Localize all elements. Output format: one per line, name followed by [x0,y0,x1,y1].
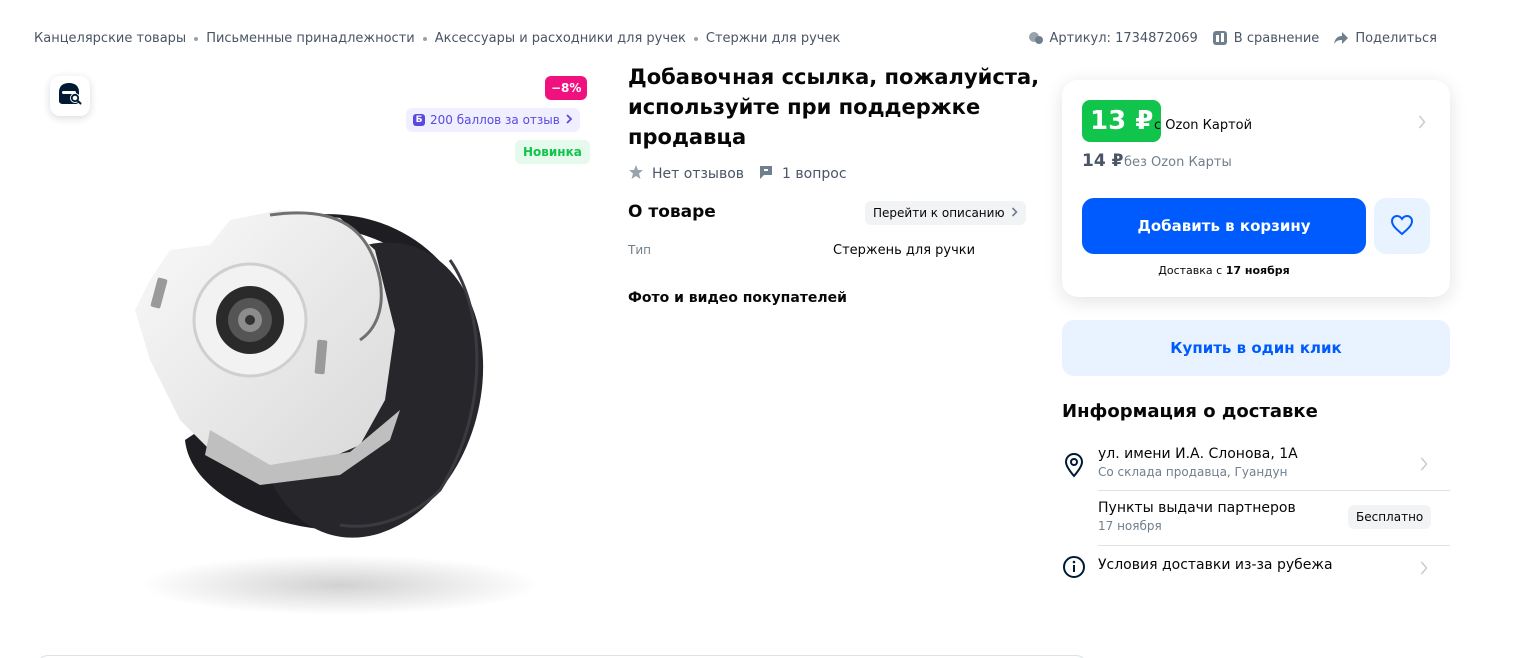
share-label: Поделиться [1355,30,1437,46]
ozon-card-price-label: с Ozon Картой [1154,118,1253,133]
breadcrumb-separator [422,36,427,41]
article-number-text: Артикул: 1734872069 [1049,30,1198,46]
delivery-prefix: Доставка с [1158,264,1223,277]
delivery-info-heading: Информация о доставке [1062,401,1318,422]
review-points-badge[interactable]: Б 200 баллов за отзыв [406,108,580,132]
questions-link[interactable]: 1 вопрос [758,164,847,184]
heart-icon [1390,214,1414,239]
overseas-delivery-conditions-row[interactable]: Условия доставки из-за рубежа [1062,555,1450,579]
product-top-actions: Артикул: 1734872069 В сравнение Поделить… [1028,30,1437,46]
breadcrumb-item[interactable]: Стержни для ручек [706,31,840,46]
breadcrumb-separator [693,36,698,41]
points-icon: Б [413,114,425,126]
spec-name-type: Тип [628,243,651,257]
free-delivery-badge: Бесплатно [1348,505,1432,529]
chevron-right-icon [1420,456,1428,475]
divider [1098,490,1450,491]
breadcrumb-item[interactable]: Канцелярские товары [34,31,186,46]
pickup-points-label: Пункты выдачи партнеров [1098,500,1296,516]
info-icon [1062,555,1086,583]
share-arrow-icon [1333,30,1349,46]
delivery-address-source: Со склада продавца, Гуандун [1098,465,1288,479]
chevron-right-icon [1011,206,1018,220]
regular-price-label: без Ozon Карты [1124,155,1232,170]
ozon-card-price: 13 ₽ [1082,100,1162,142]
delivery-date: 17 ноября [1225,264,1290,277]
delivery-address: ул. имени И.А. Слонова, 1А [1098,446,1298,462]
article-number[interactable]: Артикул: 1734872069 [1028,30,1198,46]
pickup-points-row[interactable]: Пункты выдачи партнеров 17 ноября Беспла… [1062,500,1450,540]
add-to-cart-button[interactable]: Добавить в корзину [1082,198,1366,254]
divider [1098,545,1450,546]
new-badge: Новинка [515,140,590,164]
chevron-right-icon[interactable] [1418,114,1426,133]
go-to-description-label: Перейти к описанию [873,206,1005,220]
copy-icon [1028,30,1044,46]
about-product-heading: О товаре [628,202,716,222]
product-image[interactable] [110,190,560,620]
go-to-description-button[interactable]: Перейти к описанию [865,201,1026,225]
reviews-link[interactable]: Нет отзывов [628,164,744,184]
spec-value-type: Стержень для ручки [833,243,976,258]
product-title: Добавочная ссылка, пожалуйста, используй… [628,65,1040,149]
price-card: 13 ₽ с Ozon Картой 14 ₽ без Ozon Карты Д… [1062,80,1450,297]
share-button[interactable]: Поделиться [1333,30,1437,46]
overseas-conditions-label: Условия доставки из-за рубежа [1098,557,1333,573]
compare-button[interactable]: В сравнение [1212,30,1320,46]
chevron-right-icon [565,113,573,127]
chevron-right-icon [1420,560,1428,579]
question-bubble-icon [758,164,774,184]
delivery-date-note: Доставка с 17 ноября [1082,264,1366,277]
breadcrumb-separator [194,36,199,41]
image-search-button[interactable] [50,76,90,116]
product-meta: Нет отзывов 1 вопрос [628,164,847,184]
buy-one-click-button[interactable]: Купить в один клик [1062,320,1450,376]
breadcrumb-item[interactable]: Аксессуары и расходники для ручек [435,31,686,46]
location-pin-icon [1062,452,1086,482]
star-icon [628,164,644,184]
questions-count: 1 вопрос [782,166,847,182]
image-search-icon [57,82,83,110]
pickup-date: 17 ноября [1098,519,1162,533]
discount-badge: −8% [545,76,588,100]
breadcrumb: Канцелярские товары Письменные принадлеж… [34,31,840,46]
breadcrumb-item[interactable]: Письменные принадлежности [206,31,415,46]
delivery-address-row[interactable]: ул. имени И.А. Слонова, 1А Со склада про… [1062,446,1450,490]
favorite-button[interactable] [1374,198,1430,254]
reviews-count: Нет отзывов [652,166,745,182]
review-points-label: 200 баллов за отзыв [430,113,560,127]
compare-label: В сравнение [1233,30,1320,46]
regular-price: 14 ₽ [1082,151,1124,171]
compare-icon [1212,30,1228,46]
customer-media-heading: Фото и видео покупателей [628,290,847,306]
